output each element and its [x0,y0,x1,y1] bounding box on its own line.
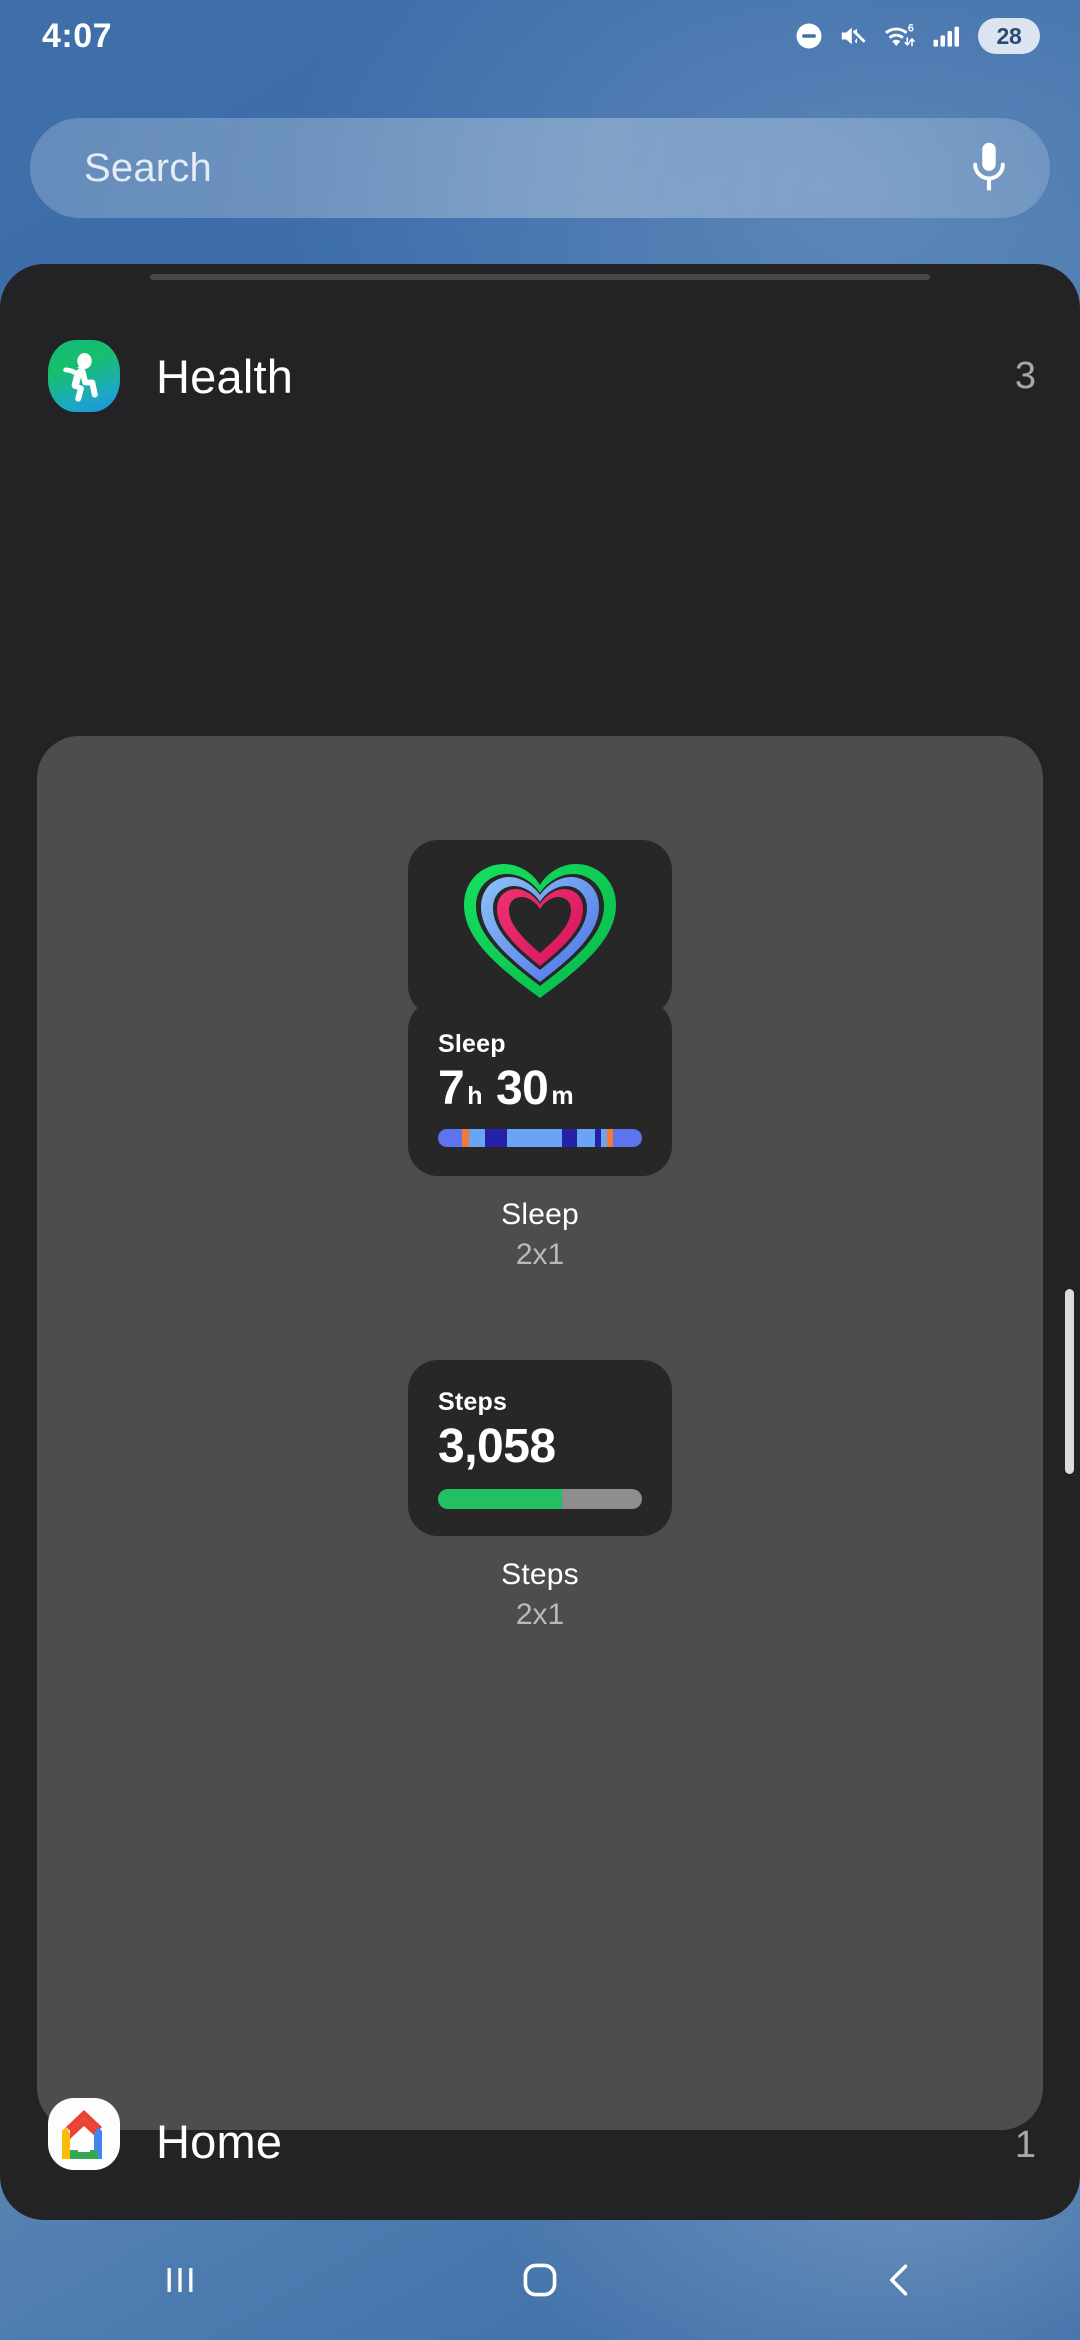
sleep-minutes: 30 [496,1065,548,1113]
steps-preview-label: Steps [438,1388,642,1417]
steps-progress-fill [438,1489,562,1509]
wifi-6-icon: 6 [882,21,918,51]
search-bar[interactable]: Search [30,118,1050,218]
widget-size-sleep: 2x1 [516,1238,564,1272]
recents-button[interactable] [90,2220,270,2340]
sleep-minutes-unit: m [551,1082,573,1111]
app-widget-count-health: 3 [1015,355,1036,398]
mute-icon [837,21,869,51]
back-icon [878,2258,922,2302]
sleep-preview-value: 7 h 30 m [438,1065,642,1113]
widget-item-steps[interactable]: Steps 3,058 Steps 2x1 [37,1360,1043,1632]
battery-status-badge: 28 [978,18,1040,54]
activity-rings-icon [456,852,624,1004]
sleep-stages-bar [438,1129,642,1147]
status-icon-group: 6 28 [794,18,1040,54]
search-input[interactable]: Search [84,146,966,191]
app-name-home: Home [156,2114,1015,2169]
svg-text:6: 6 [908,22,914,34]
do-not-disturb-icon [794,21,824,51]
cellular-signal-icon [931,21,961,51]
steps-progress-track [438,1489,642,1509]
widget-title-steps: Steps [501,1558,579,1592]
sleep-stage-segment [507,1129,562,1147]
widget-title-sleep: Sleep [501,1198,579,1232]
app-widget-count-home: 1 [1015,2124,1036,2167]
status-clock: 4:07 [42,17,112,56]
status-bar: 4:07 6 28 [0,0,1080,72]
home-button[interactable] [450,2220,630,2340]
microphone-icon[interactable] [966,140,1012,196]
sleep-stage-segment [577,1129,595,1147]
sleep-hours-unit: h [467,1082,482,1111]
steps-preview-value: 3,058 [438,1423,642,1471]
samsung-health-icon [48,340,120,412]
app-name-health: Health [156,349,1015,404]
battery-percent-label: 28 [997,23,1022,50]
app-section-header-health[interactable]: Health 3 [0,300,1080,452]
widget-preview-daily-activity[interactable] [408,840,672,1016]
sleep-stage-segment [438,1129,462,1147]
home-icon [517,2257,563,2303]
google-home-icon [48,2098,120,2170]
widget-size-steps: 2x1 [516,1598,564,1632]
steps-count: 3,058 [438,1423,556,1471]
back-button[interactable] [810,2220,990,2340]
vertical-scrollbar[interactable] [1065,1289,1074,1474]
recents-icon [158,2258,202,2302]
sleep-stage-segment [562,1129,576,1147]
widget-list-card[interactable]: Daily activity 2x1 Sleep 7 h 30 m Sl [37,736,1043,2130]
sheet-drag-handle[interactable] [150,274,930,280]
app-section-header-home[interactable]: Home 1 [0,2110,1080,2220]
widget-item-sleep[interactable]: Sleep 7 h 30 m Sleep 2x1 [37,1000,1043,1272]
sleep-hours: 7 [438,1065,464,1113]
sleep-preview-label: Sleep [438,1030,642,1059]
widget-preview-steps[interactable]: Steps 3,058 [408,1360,672,1536]
sleep-stage-segment [485,1129,507,1147]
widget-picker-sheet[interactable]: Health 3 [0,264,1080,2220]
sleep-stage-segment [469,1129,485,1147]
navigation-bar [0,2220,1080,2340]
sleep-stage-segment [613,1129,642,1147]
widget-preview-sleep[interactable]: Sleep 7 h 30 m [408,1000,672,1176]
